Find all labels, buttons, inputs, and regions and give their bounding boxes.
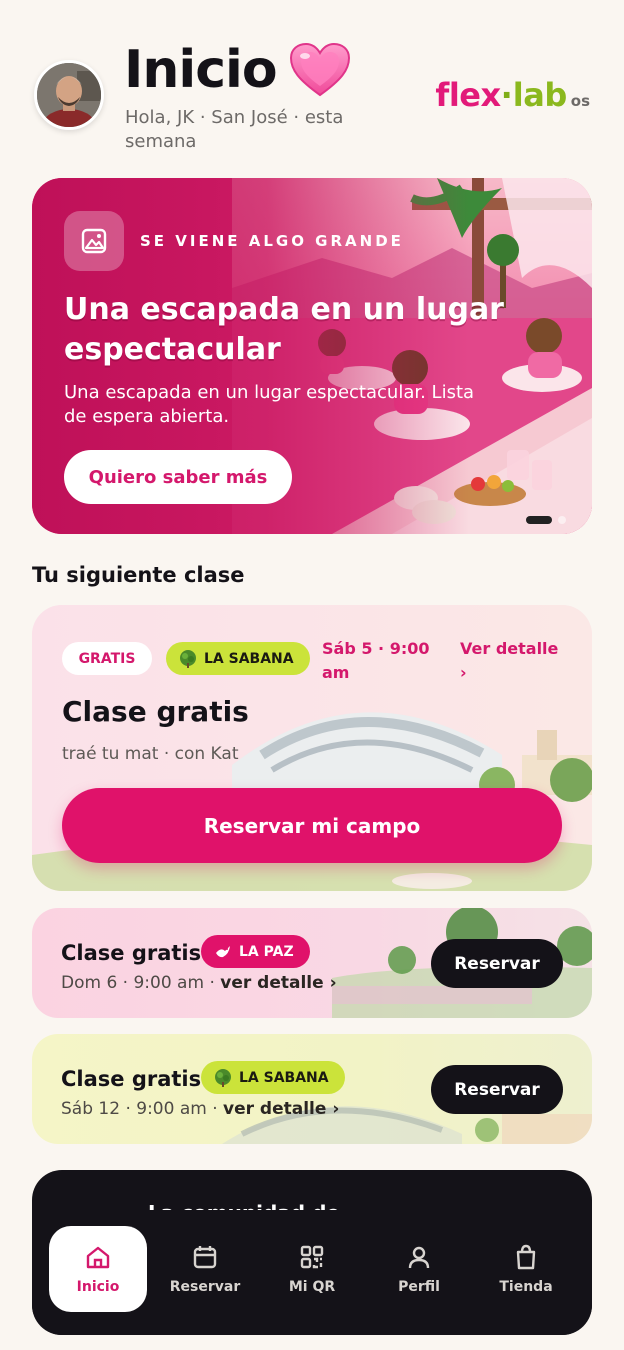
class-card-la-paz[interactable]: Clase gratis LA PAZ Dom 6 · 9:00 am · ve…	[32, 908, 592, 1018]
class-title: Clase gratis	[62, 695, 249, 728]
greeting-text: Hola, JK · San José · esta semana	[125, 107, 344, 152]
hero-subtitle: Una escapada en un lugar espectacular. L…	[64, 382, 475, 427]
carousel-dot-active[interactable]	[526, 516, 552, 524]
tree-icon	[180, 649, 196, 668]
app-header: Inicio Hola, JK · San José · esta semana…	[0, 0, 624, 170]
location-label: LA PAZ	[239, 943, 294, 960]
location-label: LA SABANA	[204, 650, 294, 667]
reserve-button[interactable]: Reservar	[431, 939, 563, 988]
location-label: LA SABANA	[239, 1069, 329, 1086]
dove-icon	[216, 945, 230, 957]
nav-label: Tienda	[499, 1279, 553, 1295]
hero-eyebrow: SE VIENE ALGO GRANDE	[140, 232, 404, 250]
class-card-la-sabana[interactable]: Clase gratis LA SABANA Sáb 12 · 9:00 am …	[32, 1034, 592, 1144]
nav-item-perfil[interactable]: Perfil	[370, 1226, 468, 1312]
location-tag: LA SABANA	[201, 1061, 345, 1094]
brand-dot: ·	[500, 76, 513, 114]
heart-icon	[289, 42, 350, 97]
view-detail-link[interactable]: ver detalle ›	[223, 1099, 339, 1119]
carousel-indicator[interactable]	[526, 516, 566, 524]
class-date: Sáb 12 · 9:00 am ·	[61, 1099, 224, 1119]
tree-icon	[215, 1068, 231, 1087]
reserve-button[interactable]: Reservar	[431, 1065, 563, 1114]
nav-item-mi-qr[interactable]: Mi QR	[263, 1226, 361, 1312]
mountain-icon	[64, 211, 124, 271]
promo-banner[interactable]: SE VIENE ALGO GRANDE Una escapada en un …	[32, 178, 592, 534]
bag-icon	[516, 1244, 536, 1270]
nav-label: Mi QR	[288, 1279, 336, 1295]
nav-label: Perfil	[398, 1279, 440, 1295]
class-meta: Sáb 12 · 9:00 am · ver detalle ›	[61, 1099, 339, 1119]
nav-item-inicio[interactable]: Inicio	[49, 1226, 147, 1312]
location-tag: LA PAZ	[201, 935, 310, 968]
avatar[interactable]	[34, 60, 104, 130]
view-detail-link[interactable]: Ver detalle ›	[460, 637, 570, 685]
class-date: Dom 6 · 9:00 am ·	[61, 973, 221, 993]
section-title: Tu siguiente clase	[32, 563, 245, 587]
hero-title: Una escapada en un lugar espectacular	[64, 292, 504, 367]
brand-flex: flex	[435, 76, 501, 114]
view-detail-link[interactable]: ver detalle ›	[220, 973, 336, 993]
bottom-navigation: Inicio Reservar Mi QR Perfil Tienda	[32, 1210, 592, 1335]
location-tag: LA SABANA	[166, 642, 310, 675]
brand-lab: lab	[512, 76, 567, 114]
calendar-icon	[193, 1246, 217, 1269]
carousel-dot[interactable]	[558, 516, 566, 524]
class-meta: traé tu mat · con Kat	[62, 744, 239, 764]
reserve-spot-button[interactable]: Reservar mi campo	[62, 788, 562, 863]
nav-item-tienda[interactable]: Tienda	[477, 1226, 575, 1312]
user-icon	[408, 1246, 430, 1269]
nav-item-reservar[interactable]: Reservar	[156, 1226, 254, 1312]
next-class-card[interactable]: GRATIS LA SABANA Sáb 5 · 9:00 am Ver det…	[32, 605, 592, 891]
brand-os: os	[570, 92, 590, 110]
avatar-photo	[37, 63, 101, 127]
page-title: Inicio	[124, 40, 278, 100]
brand-logo: flex · lab os	[435, 76, 590, 114]
class-meta: Dom 6 · 9:00 am · ver detalle ›	[61, 973, 337, 993]
free-badge: GRATIS	[62, 642, 152, 675]
class-title: Clase gratis	[61, 941, 202, 965]
learn-more-button[interactable]: Quiero saber más	[64, 450, 292, 504]
nav-label: Reservar	[169, 1279, 241, 1295]
home-icon	[86, 1246, 110, 1269]
qr-icon	[300, 1245, 324, 1269]
nav-label: Inicio	[76, 1279, 120, 1295]
class-title: Clase gratis	[61, 1067, 202, 1091]
class-date: Sáb 5 · 9:00 am	[322, 639, 430, 682]
